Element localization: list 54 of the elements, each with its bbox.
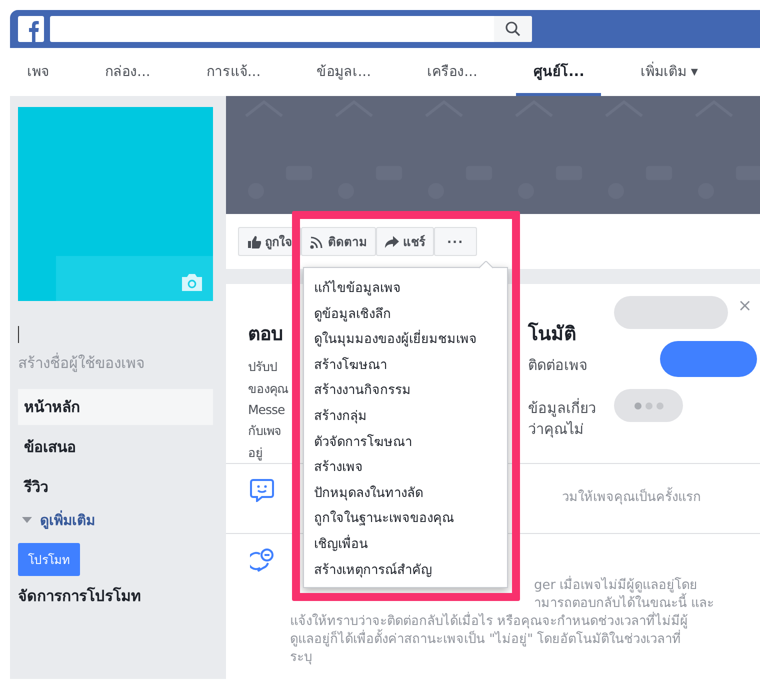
card-title: โนมัติ [528, 321, 577, 347]
menu-item[interactable]: สร้างเหตุการณ์สำคัญ [304, 558, 507, 584]
card-text: ของคุณ [248, 380, 290, 398]
sidebar-item[interactable]: หน้าหลัก [18, 389, 213, 425]
nav-tab[interactable]: เพจ [10, 48, 66, 96]
card-text: ปรับป [248, 358, 278, 376]
menu-item[interactable]: ดูข้อมูลเชิงลึก [304, 302, 507, 328]
menu-item[interactable]: ปักหมุดลงในทางลัด [304, 480, 507, 506]
camera-icon[interactable] [180, 271, 204, 293]
thumbs-up-icon [247, 234, 261, 248]
row-text: ามารถตอบกลับได้ในขณะนี้ และ [534, 595, 760, 613]
card-text: ติดต่อเพจ [528, 357, 588, 376]
see-more-link[interactable]: ดูเพิ่มเติม [40, 509, 95, 531]
card-text: ว่าคุณไม่ [528, 420, 585, 440]
nav-tab[interactable]: การแจ้... [189, 48, 278, 96]
menu-item[interactable]: ดูในมุมมองของผู้เยี่ยมชมเพจ [304, 327, 507, 353]
search-icon [505, 21, 521, 37]
menu-item[interactable]: แก้ไขข้อมูลเพจ [304, 276, 507, 302]
nav-tab[interactable]: กล่อง... [88, 48, 168, 96]
sidebar-item[interactable]: ข้อเสนอ [18, 429, 213, 465]
sidebar-item[interactable]: รีวิว [18, 469, 213, 505]
nav-tab[interactable]: เครือง... [410, 48, 494, 96]
nav-tab[interactable]: ข้อมูลเ... [300, 48, 388, 96]
menu-item[interactable]: ถูกใจในฐานะเพจของคุณ [304, 506, 507, 532]
row-text: ดูแลอยู่ก็ได้เพื่อตั้งค่าสถานะเพจเป็น "ไม่อยู่" โดยอัตโนมัติในช่วงเวลาที่ [290, 631, 760, 649]
away-chat-icon [250, 548, 274, 572]
follow-button[interactable]: ติดตาม [301, 227, 376, 256]
dots-icon [634, 402, 664, 410]
arrow-icon [385, 234, 399, 248]
menu-item[interactable]: สร้างโฆษณา [304, 352, 507, 378]
menu-item[interactable]: ตัวจัดการโฆษณา [304, 430, 507, 456]
row-text: ระบุ [290, 649, 313, 667]
caret-icon [22, 517, 32, 523]
share-button[interactable]: แชร์ [376, 227, 434, 256]
card-text: กับเพจ [248, 422, 282, 440]
manage-promotions-link[interactable]: จัดการการโปรโมท [18, 584, 226, 608]
search-button[interactable] [494, 16, 532, 42]
card-text: อยู่ [248, 444, 263, 462]
menu-item[interactable]: สร้างงานกิจกรรม [304, 378, 507, 404]
more-button[interactable]: ··· [434, 227, 477, 256]
menu-item[interactable]: สร้างเพจ [304, 455, 507, 481]
card-text: ข้อมูลเกี่ยว [528, 398, 604, 420]
menu-item[interactable]: เชิญเพื่อน [304, 532, 507, 558]
profile-photo[interactable] [18, 107, 213, 301]
nav-tab[interactable]: เพิ่มเติม ▾ [623, 48, 715, 96]
card-text: Messe [248, 400, 286, 419]
row-text: วมให้เพจคุณเป็นครั้งแรก [562, 489, 760, 507]
search-field[interactable] [50, 16, 532, 42]
card-title: ตอบ [248, 322, 284, 347]
smiley-chat-icon [250, 478, 274, 502]
menu-item[interactable]: สร้างกลุ่ม [304, 404, 507, 430]
feed-icon [310, 234, 324, 248]
logo-icon[interactable] [18, 16, 44, 42]
promote-button[interactable]: โปรโมท [18, 543, 80, 576]
